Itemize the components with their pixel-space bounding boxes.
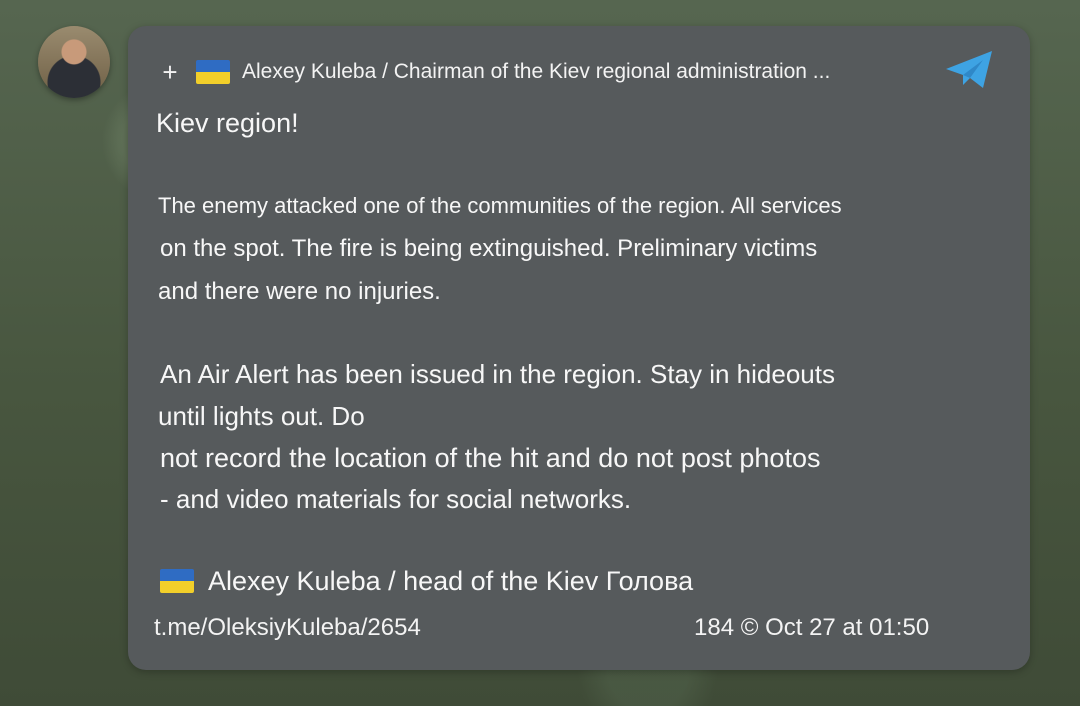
channel-title[interactable]: Alexey Kuleba / Chairman of the Kiev reg… [242, 60, 830, 84]
message-line: and there were no injuries. [158, 278, 441, 305]
message-line: not record the location of the hit and d… [160, 443, 821, 473]
ukraine-flag-icon [160, 569, 194, 593]
telegram-icon[interactable] [942, 48, 998, 92]
message-line: Kiev region! [156, 108, 299, 138]
message-line: until lights out. Do [158, 401, 365, 431]
avatar[interactable] [38, 26, 110, 98]
message-link[interactable]: t.me/OleksiyKuleba/2654 [154, 614, 421, 642]
plus-icon[interactable]: + [160, 59, 180, 85]
message-meta: 184 © Oct 27 at 01:50 [694, 614, 930, 641]
message-line: - and video materials for social network… [160, 484, 632, 514]
message-line: on the spot. The fire is being extinguis… [160, 235, 818, 262]
message-signature: Alexey Kuleba / head of the Kiev Голова [160, 564, 693, 598]
message-line: The enemy attacked one of the communitie… [158, 193, 842, 218]
message-line: An Air Alert has been issued in the regi… [160, 359, 835, 389]
signature-text: Alexey Kuleba / head of the Kiev Голова [208, 565, 694, 596]
message-header[interactable]: + Alexey Kuleba / Chairman of the Kiev r… [160, 56, 920, 88]
ukraine-flag-icon [196, 60, 230, 84]
